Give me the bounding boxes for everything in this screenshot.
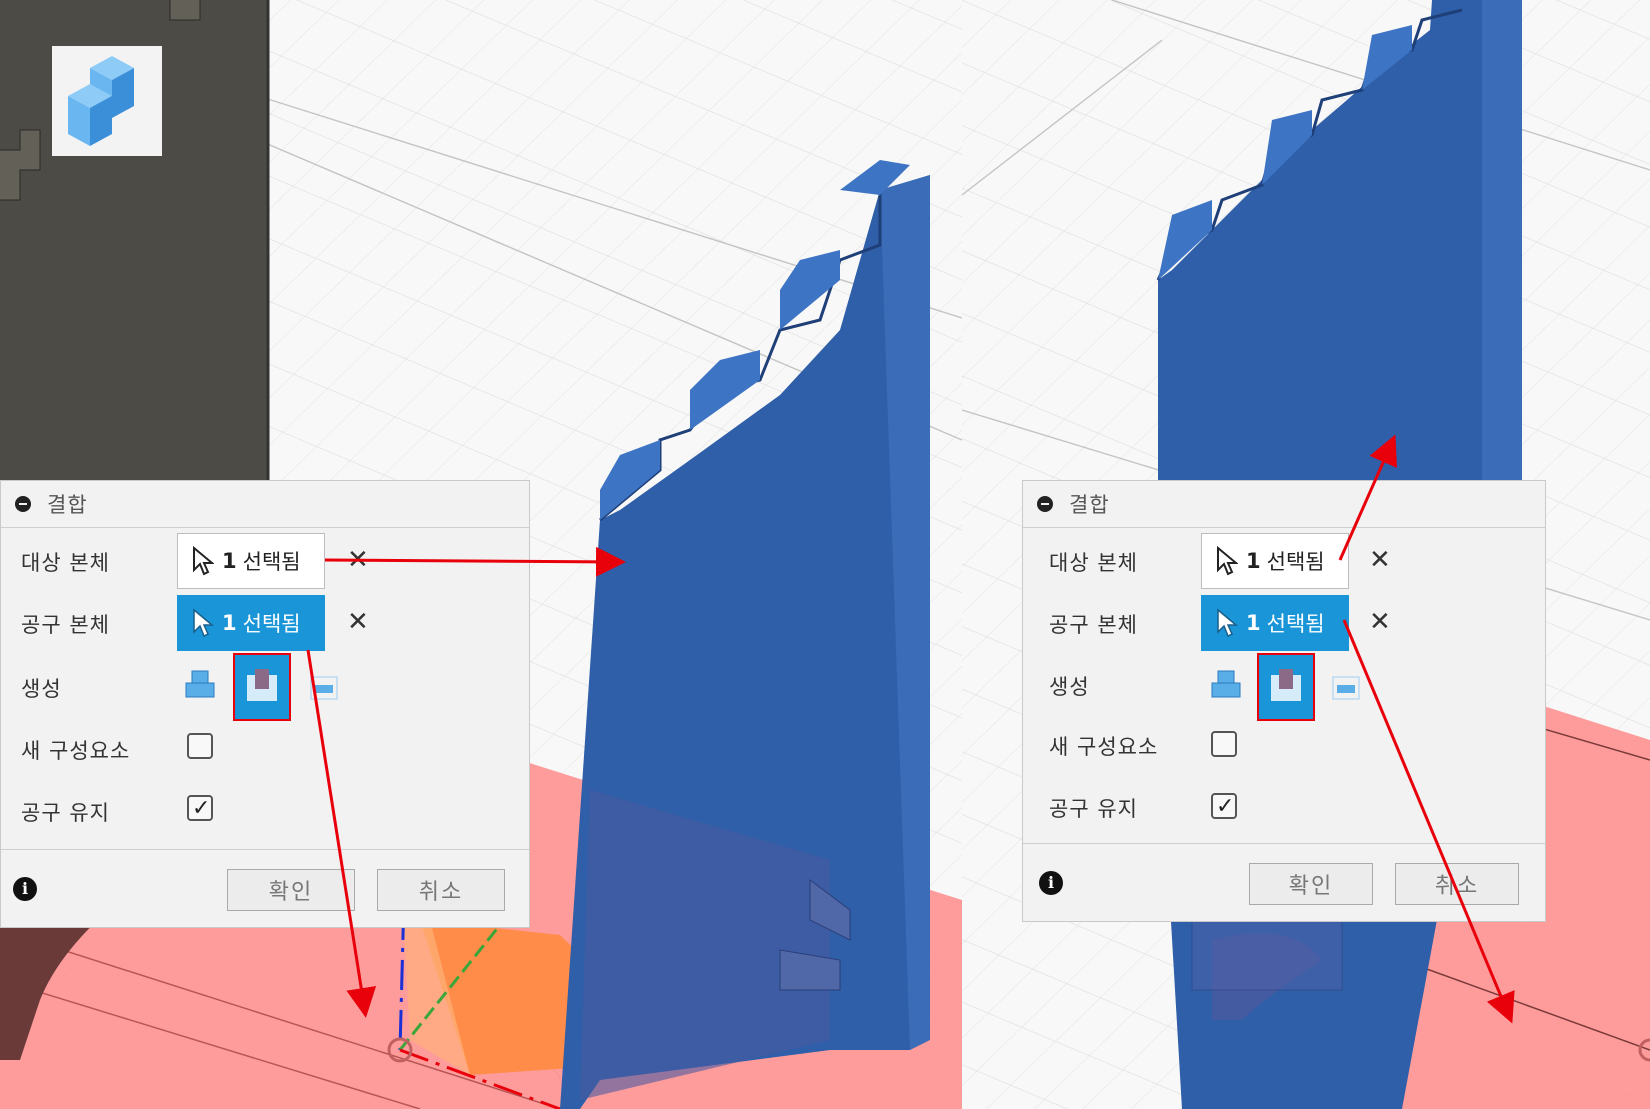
info-icon[interactable]: i	[1039, 871, 1063, 895]
operation-label: 생성	[1049, 675, 1090, 699]
tool-text: 선택됨	[242, 612, 301, 636]
target-text: 선택됨	[1266, 550, 1325, 574]
new-component-label: 새 구성요소	[1049, 735, 1159, 759]
ok-button[interactable]: 확인	[227, 869, 355, 911]
keep-tools-checkbox[interactable]: ✓	[1211, 793, 1237, 819]
close-icon[interactable]: ✕	[347, 607, 369, 637]
cut-button-selected[interactable]	[233, 653, 291, 721]
target-body-selector[interactable]: 1 선택됨	[1201, 533, 1349, 589]
checkmark-icon: ✓	[1216, 794, 1235, 819]
cursor-arrow-icon	[193, 546, 214, 576]
keep-tools-label: 공구 유지	[21, 801, 110, 825]
close-icon[interactable]: ✕	[347, 545, 369, 575]
target-text: 선택됨	[242, 550, 301, 574]
close-icon[interactable]: ✕	[1369, 545, 1391, 575]
cancel-button[interactable]: 취소	[377, 869, 505, 911]
target-body-label: 대상 본체	[21, 551, 110, 575]
tool-body-label: 공구 본체	[1049, 613, 1138, 637]
cursor-arrow-icon	[193, 608, 214, 638]
keep-tools-checkbox[interactable]: ✓	[187, 795, 213, 821]
new-component-label: 새 구성요소	[21, 739, 131, 763]
cut-icon	[1271, 669, 1301, 701]
close-icon[interactable]: ✕	[1369, 607, 1391, 637]
collapse-icon[interactable]	[1037, 496, 1053, 512]
target-body-selector[interactable]: 1 선택됨	[177, 533, 325, 589]
target-count: 1	[1246, 549, 1261, 573]
new-component-checkbox[interactable]	[1211, 731, 1237, 757]
viewport-right[interactable]: 결합 대상 본체 1 선택됨 ✕ 공구 본체 1 선택됨 ✕ 생성 새 구성요소…	[962, 0, 1650, 1109]
dialog-title: 결합	[1069, 493, 1110, 517]
viewport-left[interactable]: 결합 대상 본체 1 선택됨 ✕ 공구 본체 1 선택됨 ✕ 생성 새 구성요소…	[0, 0, 962, 1109]
cancel-button[interactable]: 취소	[1395, 863, 1519, 905]
tool-count: 1	[222, 611, 237, 635]
tool-count: 1	[1246, 611, 1261, 635]
checkmark-icon: ✓	[192, 796, 211, 821]
dialog-header[interactable]: 결합	[1023, 481, 1545, 528]
cut-button-selected[interactable]	[1257, 653, 1315, 721]
cursor-arrow-icon	[1217, 608, 1238, 638]
operation-label: 생성	[21, 677, 62, 701]
combine-dialog-left: 결합 대상 본체 1 선택됨 ✕ 공구 본체 1 선택됨 ✕ 생성 새 구성요소…	[0, 480, 530, 928]
keep-tools-label: 공구 유지	[1049, 797, 1138, 821]
dialog-title: 결합	[47, 493, 88, 517]
combine-dialog-right: 결합 대상 본체 1 선택됨 ✕ 공구 본체 1 선택됨 ✕ 생성 새 구성요소…	[1022, 480, 1546, 922]
tool-body-label: 공구 본체	[21, 613, 110, 637]
ok-button[interactable]: 확인	[1249, 863, 1373, 905]
target-body-label: 대상 본체	[1049, 551, 1138, 575]
tool-body-selector[interactable]: 1 선택됨	[1201, 595, 1349, 651]
dialog-footer-divider	[1, 849, 529, 850]
target-count: 1	[222, 549, 237, 573]
intersect-icon[interactable]	[1329, 671, 1363, 705]
join-icon[interactable]	[183, 667, 217, 701]
dialog-footer-divider	[1023, 843, 1545, 844]
join-icon[interactable]	[1209, 667, 1243, 701]
tool-body-selector[interactable]: 1 선택됨	[177, 595, 325, 651]
dialog-header[interactable]: 결합	[1, 481, 529, 528]
info-icon[interactable]: i	[13, 877, 37, 901]
new-component-checkbox[interactable]	[187, 733, 213, 759]
intersect-icon[interactable]	[307, 671, 341, 705]
combine-icon	[52, 46, 162, 156]
cut-icon	[247, 669, 277, 701]
tool-text: 선택됨	[1266, 612, 1325, 636]
cursor-arrow-icon	[1217, 546, 1238, 576]
collapse-icon[interactable]	[15, 496, 31, 512]
